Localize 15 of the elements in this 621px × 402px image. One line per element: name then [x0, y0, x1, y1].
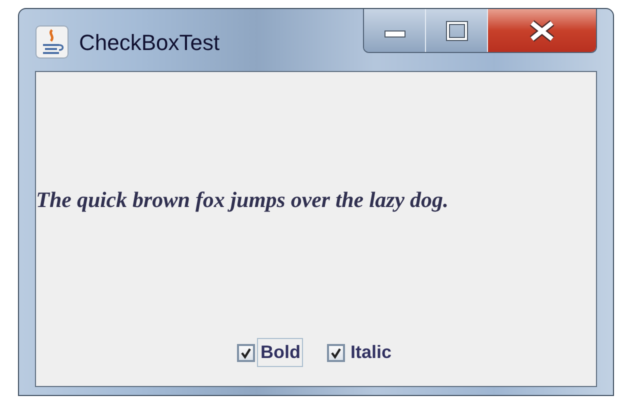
- close-icon: [528, 20, 556, 42]
- minimize-icon: [384, 30, 406, 38]
- checkmark-icon: [240, 346, 252, 358]
- checkmark-icon: [330, 346, 342, 358]
- minimize-button[interactable]: [364, 9, 426, 52]
- checkbox[interactable]: [237, 344, 256, 362]
- close-button[interactable]: [488, 9, 596, 52]
- maximize-icon: [446, 20, 468, 40]
- window-title: CheckBoxTest: [79, 28, 220, 56]
- checkbox[interactable]: [327, 344, 346, 362]
- sample-text: The quick brown fox jumps over the lazy dog.: [36, 186, 449, 214]
- coffee-cup-icon: [35, 25, 69, 59]
- checkbox-label[interactable]: Bold: [257, 338, 304, 367]
- maximize-button[interactable]: [426, 9, 488, 52]
- checkbox-label[interactable]: Italic: [347, 338, 395, 367]
